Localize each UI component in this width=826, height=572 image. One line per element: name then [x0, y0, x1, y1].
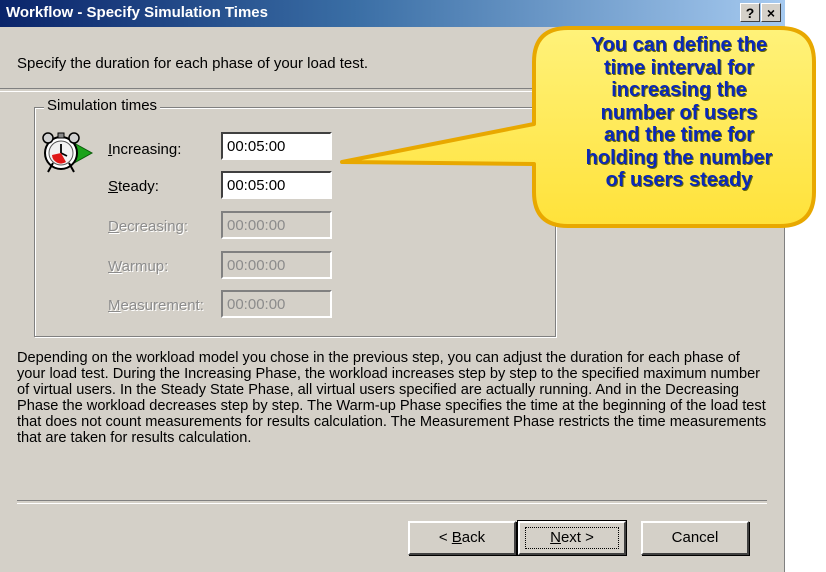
title-bar[interactable]: Workflow - Specify Simulation Times ? ×: [0, 0, 785, 27]
steady-label: Steady:: [108, 178, 159, 195]
increasing-label: Increasing:: [108, 141, 182, 158]
increasing-input[interactable]: [221, 132, 332, 160]
next-button[interactable]: Next >: [517, 520, 627, 556]
cancel-button[interactable]: Cancel: [641, 521, 749, 555]
decreasing-label: Decreasing:: [108, 218, 189, 235]
callout-text: You can define the time interval for inc…: [552, 34, 806, 192]
decreasing-input: [221, 211, 332, 239]
simulation-times-label: Simulation times: [44, 97, 161, 114]
page-subtitle: Specify the duration for each phase of y…: [17, 55, 369, 72]
warmup-label: Warmup:: [108, 258, 169, 275]
back-button[interactable]: < Back: [408, 521, 516, 555]
callout-line: time interval for: [603, 56, 755, 79]
measurement-label: Measurement:: [108, 297, 204, 314]
help-button[interactable]: ?: [740, 3, 760, 22]
stopwatch-icon: [42, 132, 94, 173]
measurement-input: [221, 290, 332, 318]
callout-line: holding the number: [585, 146, 773, 169]
window-title: Workflow - Specify Simulation Times: [6, 4, 268, 21]
description-text: Depending on the workload model you chos…: [17, 350, 767, 446]
callout-line: and the time for: [603, 124, 754, 146]
callout-line: number of users: [600, 101, 758, 124]
callout-line: You can define the: [590, 34, 768, 56]
close-button[interactable]: ×: [761, 3, 781, 22]
warmup-input: [221, 251, 332, 279]
callout-line: of users steady: [605, 169, 753, 191]
footer-divider: [17, 500, 767, 504]
callout-line: increasing the: [611, 79, 747, 101]
steady-input[interactable]: [221, 171, 332, 199]
